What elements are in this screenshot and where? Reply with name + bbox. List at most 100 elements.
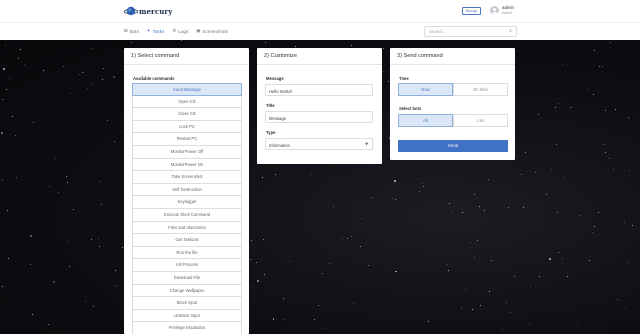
time-option-on-time[interactable]: On time <box>453 83 508 96</box>
brand-logo[interactable]: mercury <box>124 5 172 17</box>
star <box>48 324 50 326</box>
star <box>588 260 590 262</box>
star <box>318 304 320 306</box>
star <box>11 115 13 117</box>
nav-item-screenshots[interactable]: ▣ Screenshots <box>196 29 228 34</box>
star <box>548 258 551 260</box>
star <box>368 264 370 266</box>
nav-item-logs[interactable]: ☰ Logs <box>172 29 188 34</box>
command-item[interactable]: Run the file <box>132 246 242 260</box>
star <box>115 270 117 272</box>
star <box>610 42 612 44</box>
nav-item-label: Tasks <box>152 29 165 34</box>
command-item[interactable]: Restart PC <box>132 133 242 146</box>
star <box>23 63 25 65</box>
command-item[interactable]: Send Message <box>132 83 242 96</box>
star <box>483 210 485 212</box>
search-input[interactable]: Search... ⌕ <box>424 26 517 37</box>
command-item[interactable]: Keylogger <box>132 196 242 209</box>
star <box>460 307 462 309</box>
star <box>507 207 509 209</box>
star <box>283 297 285 299</box>
image-icon: ▣ <box>196 29 201 34</box>
star <box>593 226 595 228</box>
star <box>98 246 100 248</box>
star <box>474 193 476 195</box>
command-item[interactable]: Get TaskList <box>132 234 242 247</box>
command-item[interactable]: Execute Shell Command <box>132 208 242 222</box>
star <box>631 225 633 227</box>
command-item[interactable]: Lock PC <box>132 120 242 134</box>
logout-button[interactable]: Выход <box>462 7 481 15</box>
nav-item-bots[interactable]: ⊞ Bots <box>124 29 139 34</box>
star <box>17 57 19 59</box>
command-item[interactable]: MonitorPower Off <box>132 145 242 159</box>
star <box>31 314 33 316</box>
star <box>564 177 566 179</box>
search-icon[interactable]: ⌕ <box>509 28 512 34</box>
star <box>567 275 569 277</box>
bots-option-list[interactable]: List <box>453 114 508 127</box>
bots-option-all[interactable]: All <box>398 114 453 127</box>
star <box>624 221 626 223</box>
star <box>628 262 630 264</box>
command-item[interactable]: Privilege Escalation <box>132 322 242 334</box>
star <box>592 93 594 95</box>
star <box>66 181 69 184</box>
star <box>545 194 547 196</box>
star <box>3 67 5 70</box>
star <box>539 276 541 277</box>
command-item[interactable]: MonitorPower On <box>132 158 242 172</box>
command-item[interactable]: Kill Process <box>132 259 242 272</box>
customize-panel: 2) Customize Message Hello World! Title … <box>257 48 382 164</box>
star <box>15 134 17 136</box>
command-item[interactable]: Block input <box>132 297 242 310</box>
star <box>538 113 540 115</box>
star <box>263 238 265 240</box>
star <box>479 304 481 306</box>
star <box>73 209 75 211</box>
command-item[interactable]: Download File <box>132 271 242 285</box>
star <box>509 311 512 314</box>
star <box>551 168 553 170</box>
star <box>491 260 493 262</box>
star <box>85 300 87 302</box>
nav-item-tasks[interactable]: ✦ Tasks <box>147 29 164 34</box>
star <box>579 214 581 216</box>
star <box>451 211 453 213</box>
command-item[interactable]: Files and directories <box>132 221 242 235</box>
star <box>534 171 536 173</box>
nav-item-label: Bots <box>129 29 139 34</box>
star <box>556 211 558 213</box>
command-item[interactable]: Unblock Input <box>132 309 242 323</box>
star <box>69 265 71 267</box>
command-item[interactable]: Self Destruction <box>132 183 242 197</box>
star <box>289 261 291 263</box>
type-select[interactable]: Information ▼ <box>265 138 373 150</box>
command-item[interactable]: Close CD <box>132 108 242 121</box>
user-menu[interactable]: admin Admin <box>490 5 514 15</box>
star <box>461 211 463 213</box>
star <box>577 321 579 323</box>
star <box>561 258 563 260</box>
star <box>391 197 393 199</box>
star <box>616 298 618 300</box>
star <box>464 288 466 290</box>
command-item[interactable]: Change Wallpaper <box>132 284 242 298</box>
star <box>570 106 572 109</box>
tasks-icon: ✦ <box>146 29 151 34</box>
star <box>100 203 102 205</box>
message-field[interactable]: Hello World! <box>265 84 373 96</box>
command-item[interactable]: Take Screenshot <box>132 171 242 184</box>
star <box>395 270 397 273</box>
title-field[interactable]: Message <box>265 111 373 123</box>
star <box>90 47 92 49</box>
caret-down-icon: ▼ <box>365 142 368 146</box>
star <box>1 180 3 182</box>
time-option-now[interactable]: Now <box>398 83 453 96</box>
star <box>592 232 594 234</box>
star <box>257 280 260 283</box>
star <box>351 236 353 238</box>
send-button[interactable]: Send <box>398 140 508 152</box>
command-item[interactable]: Open CD <box>132 95 242 109</box>
